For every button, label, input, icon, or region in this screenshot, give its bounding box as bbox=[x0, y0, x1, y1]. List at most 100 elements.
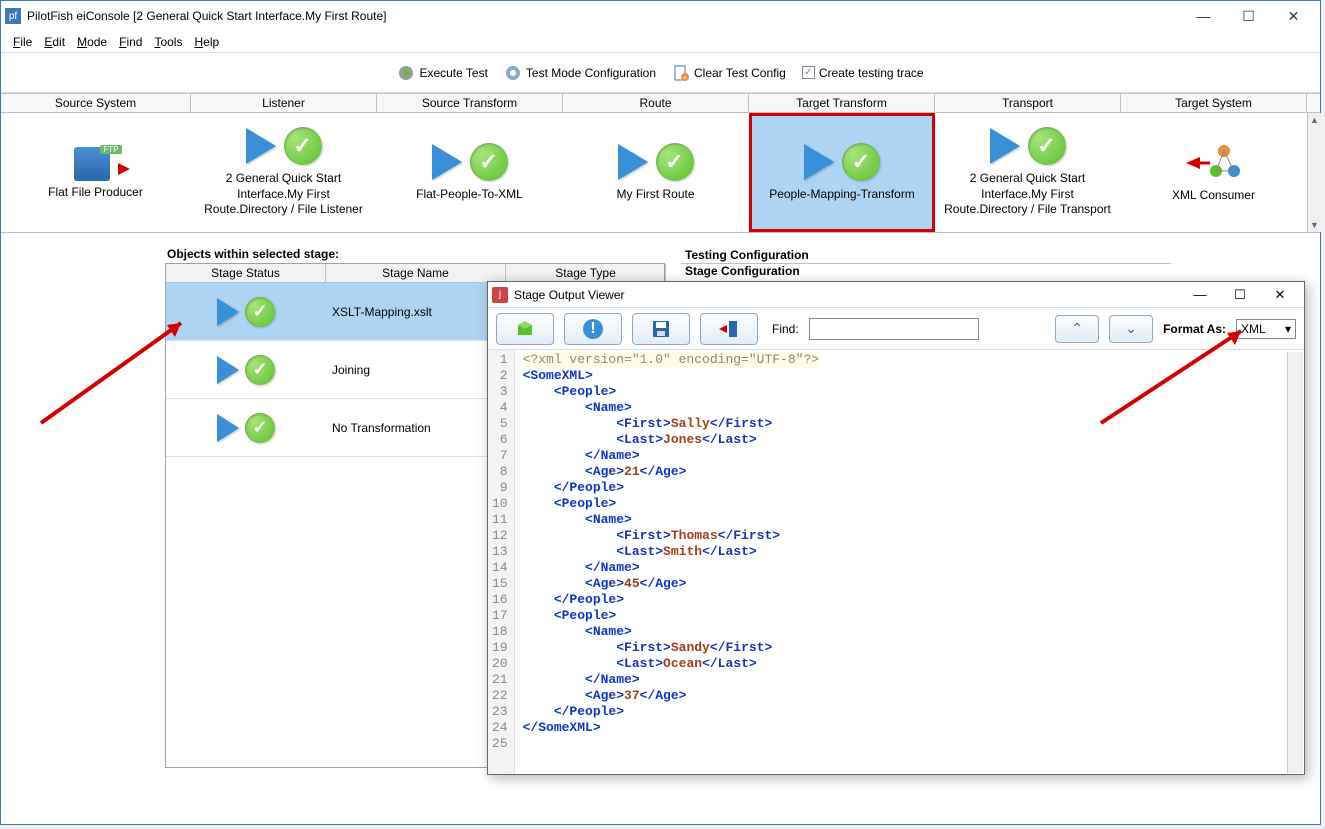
header-target-system: Target System bbox=[1121, 94, 1307, 112]
menu-edit[interactable]: Edit bbox=[38, 33, 71, 51]
objects-panel-label: Objects within selected stage: bbox=[165, 247, 665, 261]
viewer-toolbar: ! Find: ⌃ ⌄ Format As: XML ▾ bbox=[488, 308, 1304, 350]
find-prev-button[interactable]: ⌃ bbox=[1055, 315, 1099, 343]
check-icon: ✓ bbox=[470, 143, 508, 181]
find-label: Find: bbox=[772, 322, 799, 336]
menu-find[interactable]: Find bbox=[113, 33, 148, 51]
stage-output-viewer-window: j Stage Output Viewer — ☐ ✕ ! bbox=[487, 281, 1305, 775]
app-icon: pf bbox=[5, 8, 21, 24]
menu-tools[interactable]: Tools bbox=[148, 33, 188, 51]
col-stage-status[interactable]: Stage Status bbox=[166, 264, 326, 282]
create-testing-trace-checkbox[interactable]: ✓ Create testing trace bbox=[802, 66, 924, 80]
gear-play-icon bbox=[397, 64, 415, 82]
pipeline-headers: Source System Listener Source Transform … bbox=[1, 93, 1320, 113]
code-content: <?xml version="1.0" encoding="UTF-8"?><S… bbox=[515, 350, 827, 774]
code-area[interactable]: 1 2 3 4 5 6 7 8 9 10 11 12 13 14 15 16 1… bbox=[488, 350, 1304, 774]
stage-target-transform-label: People-Mapping-Transform bbox=[769, 187, 915, 203]
info-icon: ! bbox=[583, 319, 603, 339]
viewer-minimize-button[interactable]: — bbox=[1180, 283, 1220, 307]
format-as-label: Format As: bbox=[1163, 322, 1226, 336]
viewer-save-button[interactable] bbox=[632, 313, 690, 345]
stage-transport[interactable]: ✓ 2 General Quick Start Interface.My Fir… bbox=[935, 113, 1121, 232]
stage-target-system-label: XML Consumer bbox=[1172, 188, 1255, 204]
play-icon bbox=[804, 144, 834, 180]
stage-route-label: My First Route bbox=[616, 187, 694, 203]
box-icon bbox=[515, 319, 535, 339]
export-icon bbox=[717, 319, 741, 339]
document-clear-icon: + bbox=[672, 64, 690, 82]
test-mode-config-label: Test Mode Configuration bbox=[526, 66, 656, 80]
find-next-button[interactable]: ⌄ bbox=[1109, 315, 1153, 343]
menu-bar: File Edit Mode Find Tools Help bbox=[1, 31, 1320, 53]
stage-transport-label: 2 General Quick Start Interface.My First… bbox=[939, 171, 1116, 218]
header-listener: Listener bbox=[191, 94, 377, 112]
test-mode-config-button[interactable]: Test Mode Configuration bbox=[504, 64, 656, 82]
stage-target-system[interactable]: XML Consumer bbox=[1121, 113, 1307, 232]
find-input[interactable] bbox=[809, 318, 979, 340]
stage-listener-label: 2 General Quick Start Interface.My First… bbox=[195, 171, 372, 218]
header-target-transform: Target Transform bbox=[749, 94, 935, 112]
header-source-transform: Source Transform bbox=[377, 94, 563, 112]
check-icon: ✓ bbox=[284, 127, 322, 165]
play-icon bbox=[217, 356, 239, 384]
title-bar: pf PilotFish eiConsole [2 General Quick … bbox=[1, 1, 1320, 31]
toolbar: Execute Test Test Mode Configuration + C… bbox=[1, 53, 1320, 93]
check-icon: ✓ bbox=[245, 355, 275, 385]
svg-text:+: + bbox=[683, 75, 687, 82]
stage-source-transform[interactable]: ✓ Flat-People-To-XML bbox=[377, 113, 563, 232]
stage-listener[interactable]: ✓ 2 General Quick Start Interface.My Fir… bbox=[191, 113, 377, 232]
stage-source-system[interactable]: FTP Flat File Producer bbox=[1, 113, 191, 232]
checkbox-icon: ✓ bbox=[802, 66, 815, 79]
minimize-button[interactable]: — bbox=[1181, 2, 1226, 30]
format-as-select[interactable]: XML ▾ bbox=[1236, 319, 1296, 339]
window-title: PilotFish eiConsole [2 General Quick Sta… bbox=[27, 9, 1181, 23]
maximize-button[interactable]: ☐ bbox=[1226, 2, 1271, 30]
play-icon bbox=[432, 144, 462, 180]
save-icon bbox=[651, 319, 671, 339]
check-icon: ✓ bbox=[245, 297, 275, 327]
header-transport: Transport bbox=[935, 94, 1121, 112]
chevron-down-icon: ⌄ bbox=[1125, 320, 1137, 337]
header-source-system: Source System bbox=[1, 94, 191, 112]
check-icon: ✓ bbox=[842, 143, 880, 181]
col-stage-type[interactable]: Stage Type bbox=[506, 264, 666, 282]
create-testing-trace-label: Create testing trace bbox=[819, 66, 924, 80]
stage-route[interactable]: ✓ My First Route bbox=[563, 113, 749, 232]
viewer-maximize-button[interactable]: ☐ bbox=[1220, 283, 1260, 307]
viewer-info-button[interactable]: ! bbox=[564, 313, 622, 345]
chevron-down-icon: ▾ bbox=[1285, 322, 1291, 336]
menu-mode[interactable]: Mode bbox=[71, 33, 113, 51]
clear-test-config-label: Clear Test Config bbox=[694, 66, 786, 80]
pipeline-scrollbar[interactable]: ▲▼ bbox=[1307, 113, 1321, 232]
clear-test-config-button[interactable]: + Clear Test Config bbox=[672, 64, 786, 82]
mid-area: Objects within selected stage: Stage Sta… bbox=[1, 233, 1320, 781]
chevron-up-icon: ⌃ bbox=[1071, 320, 1083, 337]
close-button[interactable]: ✕ bbox=[1271, 2, 1316, 30]
gear-icon bbox=[504, 64, 522, 82]
viewer-close-button[interactable]: ✕ bbox=[1260, 283, 1300, 307]
xml-consumer-icon bbox=[1186, 141, 1242, 188]
check-icon: ✓ bbox=[656, 143, 694, 181]
format-as-value: XML bbox=[1241, 322, 1266, 336]
execute-test-label: Execute Test bbox=[419, 66, 487, 80]
viewer-box-button[interactable] bbox=[496, 313, 554, 345]
play-icon bbox=[217, 414, 239, 442]
play-icon bbox=[618, 144, 648, 180]
pipeline-row: FTP Flat File Producer ✓ 2 General Quick… bbox=[1, 113, 1320, 233]
stage-configuration-header: Stage Configuration bbox=[681, 263, 1171, 279]
stage-source-system-label: Flat File Producer bbox=[48, 185, 143, 201]
play-icon bbox=[246, 128, 276, 164]
viewer-export-button[interactable] bbox=[700, 313, 758, 345]
col-stage-name[interactable]: Stage Name bbox=[326, 264, 506, 282]
execute-test-button[interactable]: Execute Test bbox=[397, 64, 487, 82]
line-gutter: 1 2 3 4 5 6 7 8 9 10 11 12 13 14 15 16 1… bbox=[488, 350, 515, 774]
viewer-app-icon: j bbox=[492, 287, 508, 303]
ftp-icon: FTP bbox=[68, 145, 124, 185]
stage-target-transform[interactable]: ✓ People-Mapping-Transform bbox=[749, 113, 935, 232]
viewer-title: Stage Output Viewer bbox=[514, 288, 1180, 302]
menu-file[interactable]: File bbox=[7, 33, 38, 51]
play-icon bbox=[217, 298, 239, 326]
viewer-scrollbar[interactable] bbox=[1287, 352, 1303, 773]
stage-source-transform-label: Flat-People-To-XML bbox=[416, 187, 523, 203]
menu-help[interactable]: Help bbox=[188, 33, 225, 51]
